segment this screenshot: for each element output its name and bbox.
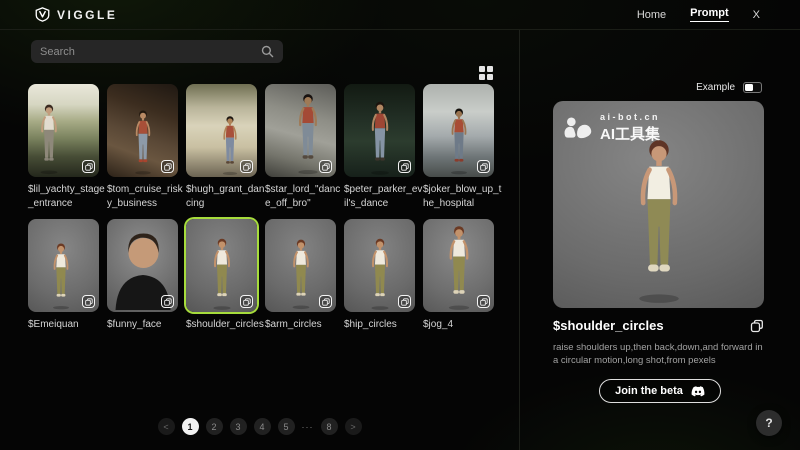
gallery-card[interactable] [28, 84, 99, 177]
card-label: $jog_4 [423, 318, 503, 332]
card-label: $Emeiquan [28, 318, 108, 332]
pagination-page-8[interactable]: 8 [321, 418, 338, 435]
gallery-cell: $arm_circles [265, 219, 344, 332]
nav-item-prompt[interactable]: Prompt [690, 7, 729, 22]
gallery-card[interactable] [423, 84, 494, 177]
copy-icon[interactable] [161, 160, 174, 173]
discord-icon [691, 386, 705, 397]
gallery-cell: $shoulder_circles [186, 219, 265, 332]
gallery-card[interactable] [186, 219, 257, 312]
viggle-logo-icon [35, 7, 50, 22]
watermark-line1: ai-bot.cn [600, 112, 660, 122]
nav-item-x[interactable]: X [753, 9, 760, 21]
pagination-next-button[interactable]: > [345, 418, 362, 435]
card-person-figure [281, 237, 320, 310]
template-grid: $lil_yachty_stage_entrance$tom_cruise_ri… [28, 84, 494, 332]
pagination-prev-button[interactable]: < [158, 418, 175, 435]
top-header: VIGGLE Home Prompt X [0, 0, 800, 30]
card-label: $lil_yachty_stage_entrance [28, 183, 108, 211]
gallery-card[interactable] [28, 219, 99, 312]
pagination: <12345 ··· 8 > [0, 418, 519, 435]
ai-bot-logo-icon [563, 116, 593, 141]
copy-icon[interactable] [82, 295, 95, 308]
card-label: $arm_circles [265, 318, 345, 332]
example-toggle[interactable] [743, 82, 762, 93]
detail-panel: Example ai-bot. [520, 30, 800, 450]
gallery-cell: $funny_face [107, 219, 186, 332]
gallery-card[interactable] [423, 219, 494, 312]
detail-title: $shoulder_circles [553, 318, 664, 333]
copy-icon[interactable] [319, 160, 332, 173]
copy-icon[interactable] [477, 160, 490, 173]
gallery-cell: $tom_cruise_risky_business [107, 84, 186, 211]
card-person-figure [125, 108, 161, 175]
gallery-card[interactable] [107, 219, 178, 312]
card-label: $joker_blow_up_the_hospital [423, 183, 503, 211]
card-person-figure [360, 236, 400, 310]
gallery-card[interactable] [344, 219, 415, 312]
copy-icon[interactable] [398, 295, 411, 308]
preview-person-figure [613, 134, 704, 304]
help-button[interactable]: ? [756, 410, 782, 436]
detail-description: raise shoulders up,then back,down,and fo… [553, 341, 765, 367]
card-label: $star_lord_"dance_off_bro" [265, 183, 345, 211]
join-beta-label: Join the beta [615, 385, 683, 397]
card-label: $peter_parker_evil's_dance [344, 183, 424, 211]
search-icon[interactable] [261, 45, 274, 58]
card-person-figure [359, 99, 400, 175]
example-preview[interactable]: ai-bot.cn AI工具集 [553, 101, 764, 308]
copy-icon[interactable] [398, 160, 411, 173]
brand[interactable]: VIGGLE [35, 7, 117, 22]
card-person-figure [30, 102, 69, 175]
copy-icon[interactable] [240, 160, 253, 173]
copy-icon[interactable] [161, 295, 174, 308]
gallery-card[interactable] [265, 84, 336, 177]
gallery-card[interactable] [186, 84, 257, 177]
pagination-page-3[interactable]: 3 [230, 418, 247, 435]
brand-name: VIGGLE [57, 8, 117, 22]
gallery-card[interactable] [265, 219, 336, 312]
copy-icon[interactable] [82, 160, 95, 173]
card-person-figure [42, 241, 79, 310]
card-label: $shoulder_circles [186, 318, 266, 332]
gallery-cell: $hip_circles [344, 219, 423, 332]
copy-icon[interactable] [319, 295, 332, 308]
gallery-cell: $star_lord_"dance_off_bro" [265, 84, 344, 211]
card-label: $hip_circles [344, 318, 424, 332]
copy-icon[interactable] [477, 295, 490, 308]
gallery-cell: $hugh_grant_dancing [186, 84, 265, 211]
gallery-card[interactable] [344, 84, 415, 177]
gallery-cell: $peter_parker_evil's_dance [344, 84, 423, 211]
pagination-ellipsis: ··· [302, 418, 314, 435]
copy-icon[interactable] [240, 295, 253, 308]
gallery-cell: $lil_yachty_stage_entrance [28, 84, 107, 211]
grid-view-icon[interactable] [478, 65, 494, 81]
top-nav: Home Prompt X [637, 7, 760, 22]
copy-icon[interactable] [750, 319, 764, 333]
pagination-page-2[interactable]: 2 [206, 418, 223, 435]
pagination-page-4[interactable]: 4 [254, 418, 271, 435]
card-label: $tom_cruise_risky_business [107, 183, 187, 211]
nav-item-home[interactable]: Home [637, 9, 666, 21]
gallery-cell: $Emeiquan [28, 219, 107, 332]
search-bar[interactable] [31, 40, 283, 63]
pagination-page-1[interactable]: 1 [182, 418, 199, 435]
card-person-figure [202, 236, 242, 310]
gallery-cell: $joker_blow_up_the_hospital [423, 84, 502, 211]
join-beta-button[interactable]: Join the beta [599, 379, 721, 403]
gallery-panel: $lil_yachty_stage_entrance$tom_cruise_ri… [0, 30, 520, 450]
pagination-page-5[interactable]: 5 [278, 418, 295, 435]
card-person-figure [440, 106, 477, 175]
gallery-card[interactable] [107, 84, 178, 177]
gallery-cell: $jog_4 [423, 219, 502, 332]
example-label: Example [696, 82, 735, 93]
card-person-figure [435, 223, 482, 310]
card-label: $hugh_grant_dancing [186, 183, 266, 211]
toggle-knob [745, 84, 753, 91]
card-label: $funny_face [107, 318, 187, 332]
search-input[interactable] [40, 46, 261, 58]
